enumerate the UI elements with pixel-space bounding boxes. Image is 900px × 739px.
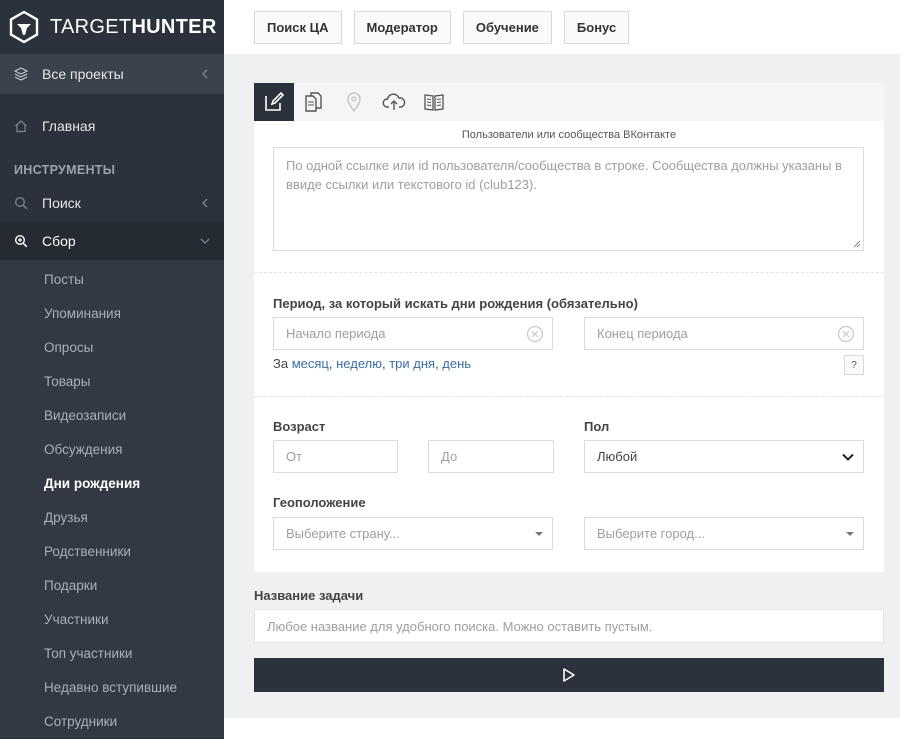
gender-select[interactable]: Любой (584, 440, 864, 473)
caret-down-icon (846, 531, 854, 536)
task-name-input[interactable]: Любое название для удобного поиска. Можн… (254, 609, 884, 643)
training-button[interactable]: Обучение (462, 10, 552, 44)
sidebar-item-home[interactable]: Главная (0, 107, 224, 145)
sidebar-item-label: Сбор (42, 233, 76, 249)
sidebar-item-label: Все проекты (42, 66, 124, 82)
tab-manual-input[interactable] (254, 83, 294, 121)
geo-label: Геоположение (273, 495, 366, 510)
country-select[interactable]: Выберите страну... (273, 517, 553, 550)
cloud-upload-icon (382, 93, 406, 110)
moderator-button[interactable]: Модератор (353, 10, 451, 44)
clear-icon[interactable] (837, 325, 855, 343)
edit-icon (265, 91, 285, 111)
tab-from-file[interactable] (294, 83, 334, 121)
run-button[interactable] (254, 658, 884, 692)
gender-label: Пол (584, 419, 610, 434)
sidebar-item-label: Поиск (42, 195, 81, 211)
city-placeholder: Выберите город... (597, 526, 705, 541)
collect-submenu: Посты Упоминания Опросы Товары Видеозапи… (0, 260, 224, 738)
bonus-button[interactable]: Бонус (563, 10, 630, 44)
search-icon (14, 196, 28, 210)
submenu-item-birthdays[interactable]: Дни рождения (0, 466, 224, 500)
source-caption: Пользователи или сообщества ВКонтакте (461, 129, 677, 141)
play-icon (563, 668, 575, 682)
home-icon (14, 119, 28, 133)
quick-link-week[interactable]: неделю (336, 356, 382, 371)
sidebar-item-all-projects[interactable]: Все проекты (0, 54, 224, 94)
country-placeholder: Выберите страну... (286, 526, 400, 541)
submenu-item-mentions[interactable]: Упоминания (0, 296, 224, 330)
book-icon (424, 94, 444, 111)
caret-down-icon (535, 531, 543, 536)
age-to-input[interactable]: До (428, 440, 554, 473)
divider (254, 396, 884, 397)
quick-prefix: За (273, 356, 289, 371)
chevron-left-icon (202, 198, 208, 208)
submenu-item-friends[interactable]: Друзья (0, 500, 224, 534)
input-mode-tabs (254, 83, 884, 121)
submenu-item-goods[interactable]: Товары (0, 364, 224, 398)
submenu-item-posts[interactable]: Посты (0, 262, 224, 296)
submenu-item-polls[interactable]: Опросы (0, 330, 224, 364)
brand-name: TARGETHUNTER (50, 15, 217, 38)
footer (224, 718, 900, 739)
tab-geo[interactable] (334, 83, 374, 121)
period-start-input[interactable]: Начало периода (273, 317, 553, 350)
resize-handle-icon[interactable] (853, 240, 861, 248)
age-label: Возраст (273, 419, 326, 434)
submenu-item-recently-joined[interactable]: Недавно вступившие (0, 670, 224, 704)
birthday-search-form: Пользователи или сообщества ВКонтакте По… (254, 83, 884, 572)
quick-link-day[interactable]: день (442, 356, 471, 371)
zoom-in-icon (14, 234, 28, 248)
period-start-placeholder: Начало периода (286, 326, 386, 341)
quick-link-three-days[interactable]: три дня (389, 356, 435, 371)
brand[interactable]: TARGETHUNTER (0, 0, 224, 54)
chevron-left-icon (202, 69, 208, 79)
divider (254, 272, 884, 273)
submenu-item-gifts[interactable]: Подарки (0, 568, 224, 602)
tab-saved-lists[interactable] (414, 83, 454, 121)
clear-icon[interactable] (526, 325, 544, 343)
period-end-input[interactable]: Конец периода (584, 317, 864, 350)
copy-icon (305, 92, 322, 112)
sidebar: TARGETHUNTER Все проекты Главная ИНСТРУМ… (0, 0, 224, 739)
quick-link-month[interactable]: месяц (292, 356, 329, 371)
city-select[interactable]: Выберите город... (584, 517, 864, 550)
age-from-input[interactable]: От (273, 440, 398, 473)
layers-icon (14, 67, 28, 81)
gender-value: Любой (597, 449, 638, 464)
period-quick-links: За месяц, неделю, три дня, день (273, 356, 472, 371)
age-from-placeholder: От (286, 449, 303, 464)
sidebar-item-label: Главная (42, 118, 96, 134)
sidebar-item-search[interactable]: Поиск (0, 184, 224, 222)
sources-textarea[interactable]: По одной ссылке или id пользователя/сооб… (273, 147, 864, 251)
submenu-item-discussions[interactable]: Обсуждения (0, 432, 224, 466)
map-pin-icon (347, 92, 361, 113)
period-label: Период, за который искать дни рождения (… (273, 296, 638, 311)
task-name-label: Название задачи (254, 588, 364, 603)
chevron-down-icon (842, 453, 854, 461)
sidebar-item-collect[interactable]: Сбор (0, 222, 224, 260)
age-to-placeholder: До (441, 449, 458, 464)
target-search-button[interactable]: Поиск ЦА (254, 10, 342, 44)
submenu-item-videos[interactable]: Видеозаписи (0, 398, 224, 432)
submenu-item-members[interactable]: Участники (0, 602, 224, 636)
help-button[interactable]: ? (844, 355, 864, 375)
chevron-down-icon (200, 238, 210, 244)
tab-upload[interactable] (374, 83, 414, 121)
textarea-placeholder: По одной ссылке или id пользователя/сооб… (286, 158, 842, 192)
submenu-item-employees[interactable]: Сотрудники (0, 704, 224, 738)
task-name-placeholder: Любое название для удобного поиска. Можн… (267, 618, 653, 634)
period-end-placeholder: Конец периода (597, 326, 688, 341)
submenu-item-relatives[interactable]: Родственники (0, 534, 224, 568)
submenu-item-top-members[interactable]: Топ участники (0, 636, 224, 670)
logo-icon (9, 11, 39, 43)
section-title-tools: ИНСТРУМЕНТЫ (14, 163, 116, 177)
top-bar: Поиск ЦА Модератор Обучение Бонус (224, 0, 900, 54)
